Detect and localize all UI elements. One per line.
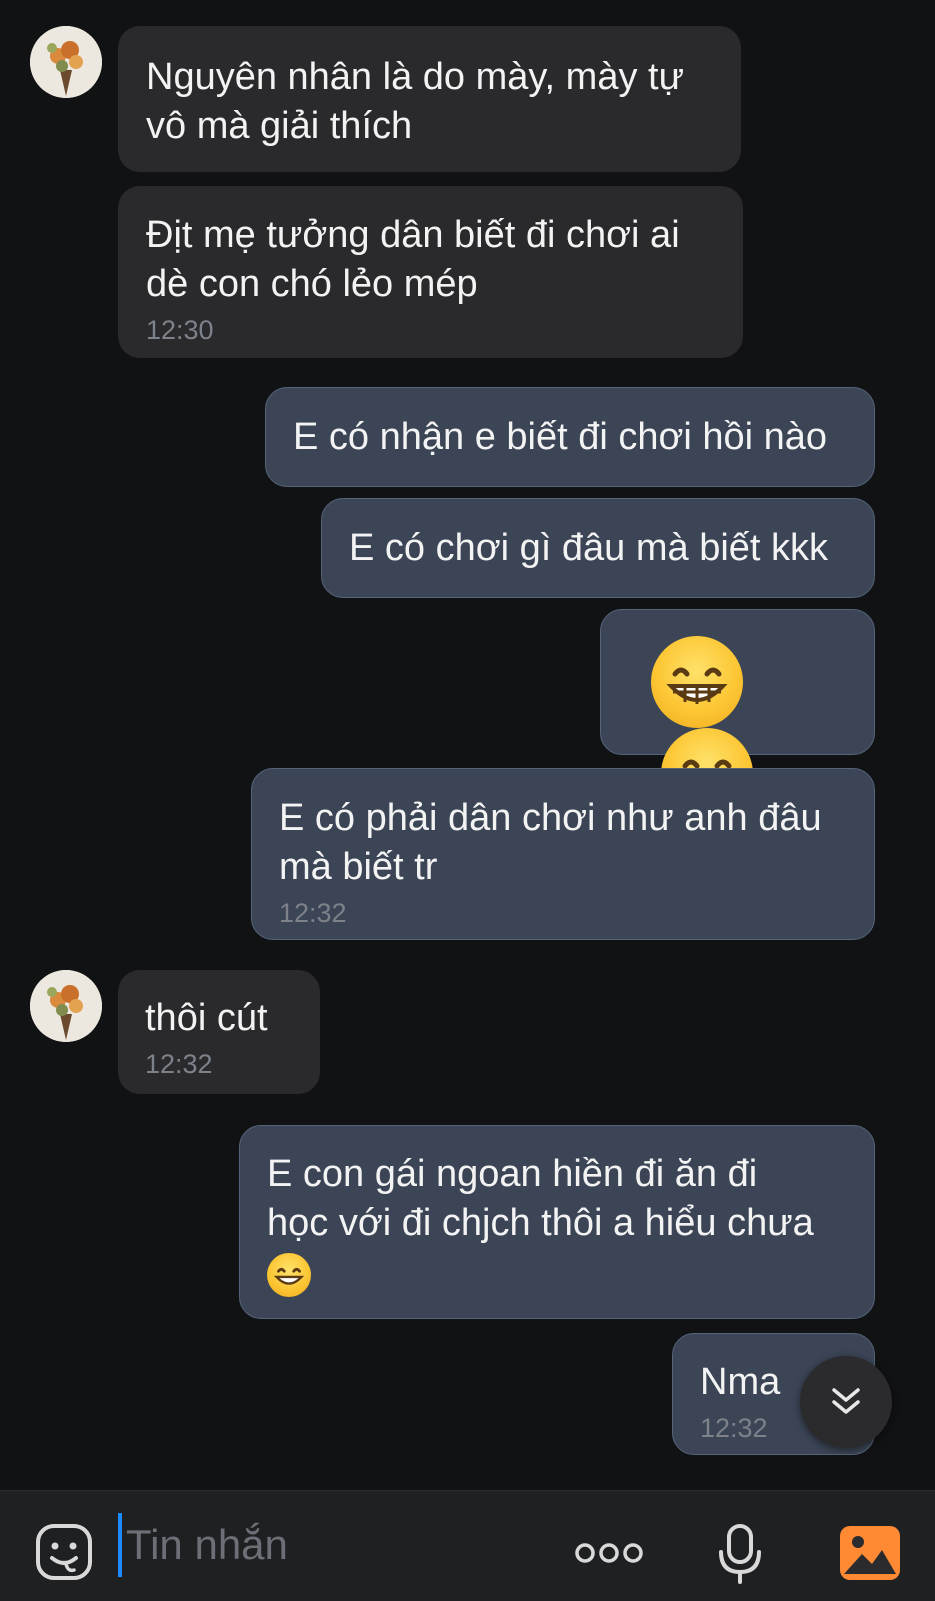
microphone-icon — [719, 1524, 761, 1584]
sticker-icon — [36, 1524, 92, 1580]
message-bubble[interactable]: thôi cút 12:32 — [118, 970, 320, 1094]
sticker-button[interactable] — [34, 1522, 94, 1582]
message-bubble[interactable]: E con gái ngoan hiền đi ăn đi học với đi… — [239, 1125, 875, 1319]
message-input-placeholder: Tin nhắn — [126, 1521, 288, 1568]
message-text: Nguyên nhân là do mày, mày tự vô mà giải… — [146, 56, 685, 147]
message-bubble[interactable]: E có phải dân chơi như anh đâu mà biết t… — [251, 768, 875, 940]
message-bubble[interactable]: E có chơi gì đâu mà biết kkk — [321, 498, 875, 598]
message-bubble[interactable]: E có nhận e biết đi chơi hồi nào — [265, 387, 875, 487]
text-cursor — [118, 1513, 122, 1577]
message-time: 12:32 — [279, 898, 347, 928]
message-text: E con gái ngoan hiền đi ăn đi học với đi… — [267, 1153, 814, 1244]
more-options-button[interactable] — [574, 1538, 644, 1568]
message-bubble[interactable]: Địt mẹ tưởng dân biết đi chơi ai dè con … — [118, 186, 743, 358]
contact-avatar[interactable] — [30, 26, 102, 98]
grinning-face-emoji — [267, 1252, 311, 1297]
message-time: 12:32 — [145, 1049, 213, 1079]
message-text: E có nhận e biết đi chơi hồi nào — [293, 416, 828, 458]
message-time: 12:30 — [146, 315, 214, 345]
grinning-face-emoji — [651, 636, 743, 728]
gallery-button[interactable] — [838, 1524, 902, 1582]
message-input[interactable]: Tin nhắn — [118, 1512, 558, 1578]
message-text: thôi cút — [145, 997, 268, 1039]
more-options-icon — [575, 1543, 643, 1563]
scroll-to-bottom-button[interactable] — [800, 1356, 892, 1448]
emoji-message-bubble[interactable] — [600, 609, 875, 820]
message-text: E có chơi gì đâu mà biết kkk — [349, 527, 829, 569]
message-bubble[interactable]: Nguyên nhân là do mày, mày tự vô mà giải… — [118, 26, 741, 172]
gallery-icon — [840, 1526, 900, 1580]
contact-avatar[interactable] — [30, 970, 102, 1042]
scroll-to-bottom-icon — [832, 1388, 860, 1414]
message-text: Địt mẹ tưởng dân biết đi chơi ai dè con … — [146, 214, 680, 305]
voice-record-button[interactable] — [716, 1522, 764, 1588]
message-text: E có phải dân chơi như anh đâu mà biết t… — [279, 797, 822, 888]
